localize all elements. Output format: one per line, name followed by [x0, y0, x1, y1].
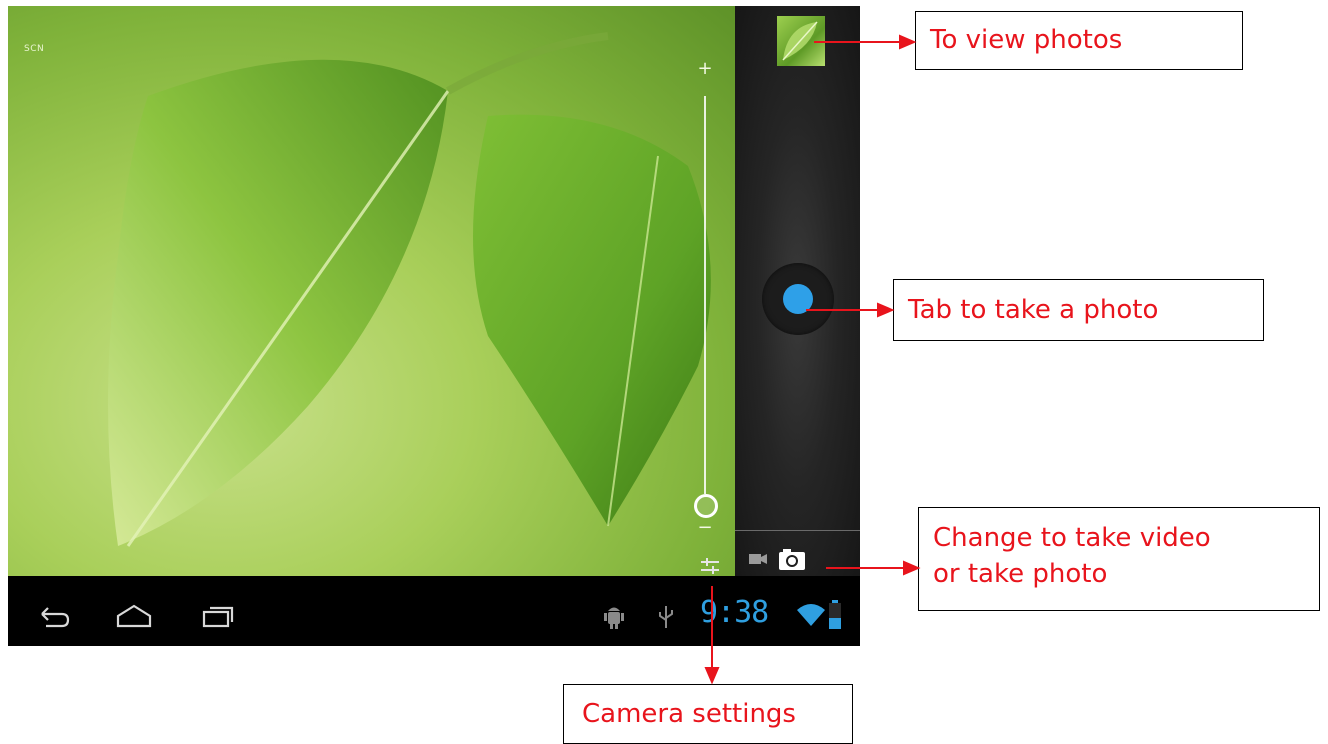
battery-icon: [829, 600, 841, 629]
callout-view-photos: To view photos: [915, 11, 1243, 70]
mode-divider: [735, 530, 860, 531]
system-navigation-bar: 9:38: [8, 576, 860, 646]
camera-settings-icon[interactable]: [698, 554, 722, 576]
recent-apps-icon[interactable]: [196, 602, 240, 630]
arrowhead-camera-settings: [704, 667, 720, 685]
callout-mode-line1: Change to take video: [933, 523, 1211, 553]
camera-control-panel: [735, 6, 860, 576]
video-camera-icon: [749, 554, 767, 564]
arrowhead-view-photos: [899, 34, 917, 50]
callout-camera-settings: Camera settings: [563, 684, 853, 744]
thumbnail-leaf-icon: [782, 21, 818, 61]
tablet-screen: SCN + − 9:38: [8, 6, 860, 646]
wifi-icon: [797, 604, 825, 626]
leaf-photo-thumbnail-icon[interactable]: [777, 16, 825, 66]
zoom-in-icon[interactable]: +: [697, 58, 713, 80]
callout-mode-line2: or take photo: [933, 559, 1108, 589]
zoom-slider-track[interactable]: [704, 96, 706, 494]
scene-mode-label[interactable]: SCN: [24, 44, 44, 54]
status-clock: 9:38: [700, 595, 769, 630]
zoom-out-icon[interactable]: −: [697, 519, 713, 540]
callout-mode-switch: Change to take video or take photo: [918, 507, 1320, 611]
back-icon[interactable]: [32, 602, 76, 630]
mode-switch-toggle[interactable]: [745, 546, 825, 572]
android-debug-icon: [604, 607, 624, 629]
callout-take-photo: Tab to take a photo: [893, 279, 1264, 341]
shutter-button[interactable]: [762, 263, 834, 335]
leaf-preview-image: [108, 32, 711, 547]
zoom-slider-handle[interactable]: [694, 494, 718, 518]
arrowhead-mode-switch: [903, 560, 921, 576]
arrowhead-take-photo: [877, 302, 895, 318]
photo-camera-icon: [779, 549, 805, 570]
shutter-dot-icon: [783, 284, 813, 314]
home-icon[interactable]: [112, 602, 156, 630]
camera-viewfinder[interactable]: SCN + −: [8, 6, 735, 576]
usb-icon: [659, 606, 673, 628]
